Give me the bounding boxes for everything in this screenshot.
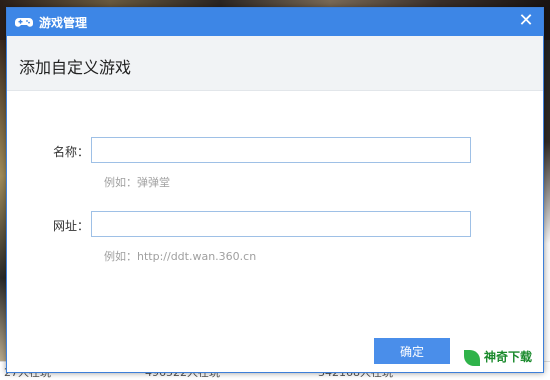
dialog-header: 添加自定义游戏 (7, 36, 543, 91)
name-hint: 例如：弹弹堂 (104, 176, 170, 189)
dialog-title: 游戏管理 (39, 16, 88, 30)
game-management-dialog: 游戏管理 ✕ 添加自定义游戏 名称： 例如：弹弹堂 网址： 例如：http://… (6, 7, 544, 373)
page-title: 添加自定义游戏 (19, 58, 132, 77)
game-name-input[interactable] (91, 137, 471, 163)
url-hint: 例如：http://ddt.wan.360.cn (104, 250, 257, 263)
game-url-input[interactable] (91, 211, 471, 237)
gamepad-icon (15, 14, 33, 30)
watermark-logo: 神奇下载 (464, 348, 544, 370)
ok-button[interactable]: 确定 (374, 338, 450, 364)
name-label: 名称： (52, 145, 89, 159)
dialog-body: 名称： 例如：弹弹堂 网址： 例如：http://ddt.wan.360.cn … (7, 90, 543, 374)
watermark-text: 神奇下载 (484, 350, 533, 364)
leaf-icon (464, 349, 480, 366)
url-label: 网址： (52, 219, 89, 233)
close-icon[interactable]: ✕ (517, 11, 535, 31)
dialog-titlebar: 游戏管理 ✕ (7, 8, 543, 36)
